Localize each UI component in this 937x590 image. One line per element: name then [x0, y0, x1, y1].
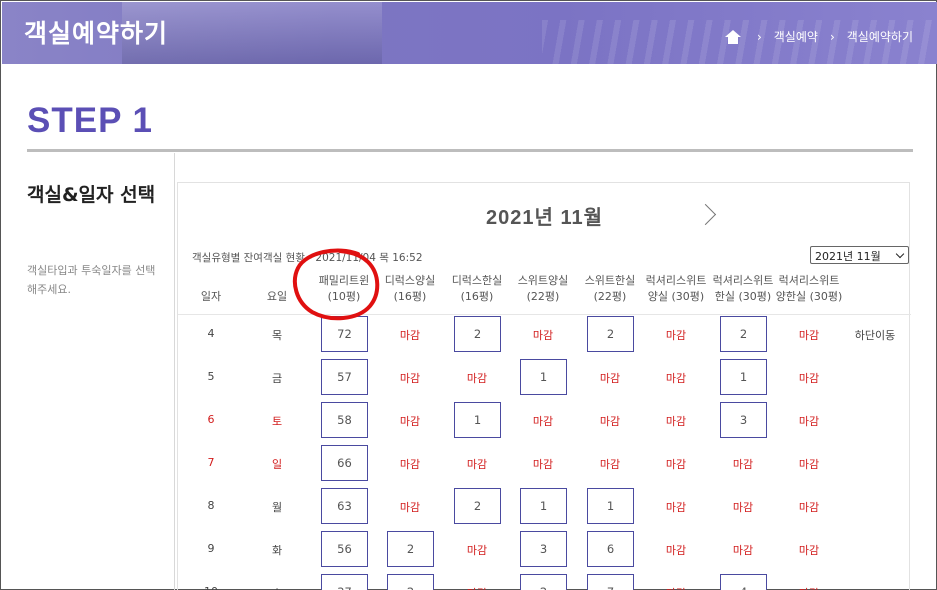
available-room-button[interactable]: 7: [587, 574, 634, 590]
available-room-button[interactable]: 56: [321, 531, 368, 567]
weekday-label: 화: [271, 544, 283, 557]
calendar-month-title: 2021년 11월: [486, 207, 603, 229]
sold-out-label: 마감: [798, 458, 820, 471]
sold-out-label: 마감: [466, 458, 488, 471]
available-room-button[interactable]: 58: [321, 402, 368, 438]
availability-panel: 2021년 11월 객실유형별 잔여객실 현황 - 2021/11/04 목 1…: [177, 182, 911, 590]
available-room-button[interactable]: 3: [520, 531, 567, 567]
available-room-button[interactable]: 2: [454, 488, 501, 524]
day-number: 8: [207, 499, 215, 512]
column-header: 럭셔리스위트 양한실 (30평): [775, 274, 843, 303]
scroll-bottom-link[interactable]: 하단이동: [845, 327, 905, 343]
sold-out-label: 마감: [466, 544, 488, 557]
sold-out-label: 마감: [599, 415, 621, 428]
available-room-button[interactable]: 2: [587, 316, 634, 352]
step-divider: [27, 149, 913, 152]
sidebar-title: 객실&일자 선택: [27, 184, 156, 206]
page-title: 객실예약하기: [24, 19, 169, 48]
breadcrumb-separator: ›: [829, 29, 835, 44]
sold-out-label: 마감: [665, 458, 687, 471]
sold-out-label: 마감: [665, 372, 687, 385]
month-select-value: 2021년 11월: [815, 250, 881, 263]
sold-out-label: 마감: [665, 415, 687, 428]
available-room-button[interactable]: 2: [454, 316, 501, 352]
sold-out-label: 마감: [452, 585, 502, 590]
day-number: 5: [207, 370, 215, 383]
breadcrumb: › 객실예약 › 객실예약하기: [724, 28, 913, 45]
sold-out-label: 마감: [399, 372, 421, 385]
step-heading: STEP 1: [27, 101, 153, 140]
day-number: 9: [207, 542, 215, 555]
breadcrumb-separator: ›: [756, 29, 762, 44]
sold-out-label: 마감: [466, 372, 488, 385]
sold-out-label: 마감: [798, 329, 820, 342]
available-room-button[interactable]: 2: [387, 574, 434, 590]
sold-out-label: 마감: [665, 329, 687, 342]
sold-out-label: 마감: [651, 585, 701, 590]
sold-out-label: 마감: [399, 329, 421, 342]
weekday-label: 목: [271, 329, 283, 342]
available-room-button[interactable]: 1: [520, 488, 567, 524]
sold-out-label: 마감: [665, 501, 687, 514]
available-room-button[interactable]: 37: [321, 574, 368, 590]
available-room-button[interactable]: 1: [520, 359, 567, 395]
sold-out-label: 마감: [532, 415, 554, 428]
day-number: 10: [191, 585, 231, 590]
sold-out-label: 마감: [732, 501, 754, 514]
available-room-button[interactable]: 3: [720, 402, 767, 438]
day-number: 6: [207, 413, 215, 426]
day-number: 7: [207, 456, 215, 469]
chevron-down-icon: [895, 249, 905, 259]
available-room-button[interactable]: 1: [454, 402, 501, 438]
next-month-chevron-icon[interactable]: [698, 203, 712, 227]
weekday-label: 수: [257, 585, 297, 590]
sold-out-label: 마감: [798, 501, 820, 514]
sold-out-label: 마감: [732, 458, 754, 471]
available-room-button[interactable]: 72: [321, 316, 368, 352]
breadcrumb-item-reservation[interactable]: 객실예약: [774, 28, 818, 45]
sold-out-label: 마감: [798, 415, 820, 428]
weekday-label: 금: [271, 372, 283, 385]
weekday-label: 월: [271, 501, 283, 514]
sold-out-label: 마감: [798, 544, 820, 557]
month-select[interactable]: 2021년 11월: [810, 246, 909, 264]
sold-out-label: 마감: [798, 372, 820, 385]
available-room-button[interactable]: 2: [520, 574, 567, 590]
weekday-label: 일: [271, 458, 283, 471]
sold-out-label: 마감: [665, 544, 687, 557]
sold-out-label: 마감: [599, 458, 621, 471]
available-room-button[interactable]: 1: [720, 359, 767, 395]
available-room-button[interactable]: 6: [587, 531, 634, 567]
available-room-button[interactable]: 2: [387, 531, 434, 567]
sold-out-label: 마감: [532, 329, 554, 342]
sold-out-label: 마감: [732, 544, 754, 557]
sold-out-label: 마감: [399, 415, 421, 428]
page-banner: 객실예약하기 › 객실예약 › 객실예약하기: [2, 2, 937, 64]
home-icon[interactable]: [724, 29, 741, 44]
step-sidebar: 객실&일자 선택 객실타입과 투숙일자를 선택해주세요.: [27, 153, 175, 590]
sidebar-description: 객실타입과 투숙일자를 선택해주세요.: [27, 264, 156, 296]
breadcrumb-item-make-reservation[interactable]: 객실예약하기: [847, 28, 913, 45]
sold-out-label: 마감: [399, 458, 421, 471]
available-room-button[interactable]: 63: [321, 488, 368, 524]
sold-out-label: 마감: [532, 458, 554, 471]
available-room-button[interactable]: 66: [321, 445, 368, 481]
available-room-button[interactable]: 1: [587, 488, 634, 524]
available-room-button[interactable]: 57: [321, 359, 368, 395]
sold-out-label: 마감: [599, 372, 621, 385]
table-header-divider: [178, 314, 911, 315]
available-room-button[interactable]: 4: [720, 574, 767, 590]
weekday-label: 토: [271, 415, 283, 428]
sold-out-label: 마감: [399, 501, 421, 514]
sold-out-label: 마감: [784, 585, 834, 590]
availability-info-text: 객실유형별 잔여객실 현황 - 2021/11/04 목 16:52: [192, 252, 423, 264]
available-room-button[interactable]: 2: [720, 316, 767, 352]
day-number: 4: [207, 327, 215, 340]
